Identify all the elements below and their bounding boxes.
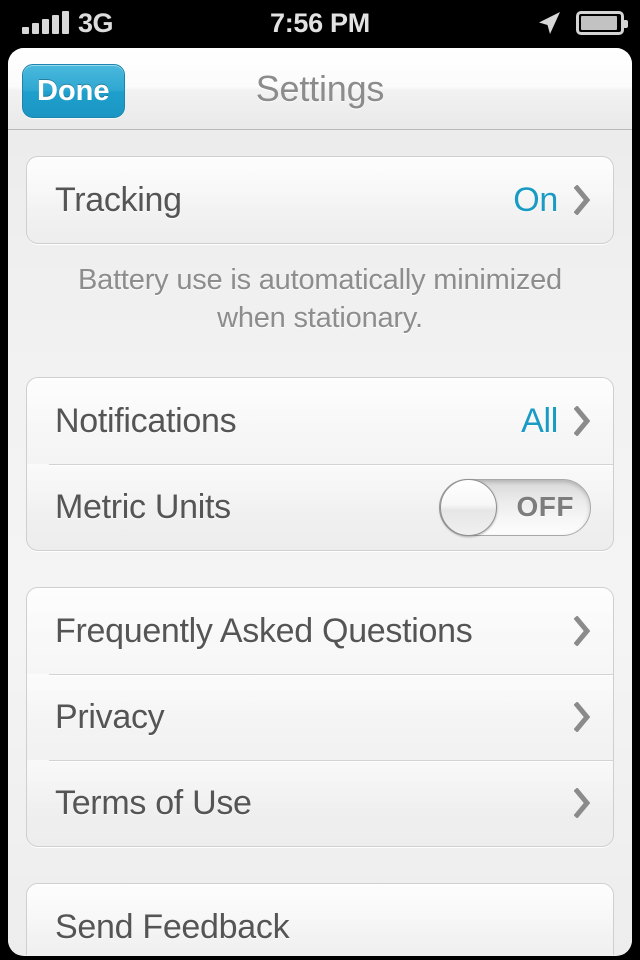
- row-metric-units[interactable]: Metric Units OFF: [27, 464, 613, 551]
- row-label: Notifications: [55, 401, 237, 440]
- row-send-feedback[interactable]: Send Feedback: [27, 884, 613, 955]
- tracking-footnote: Battery use is automatically minimized w…: [78, 264, 562, 334]
- toggle-knob[interactable]: [440, 478, 497, 536]
- settings-group-feedback: Send Feedback: [26, 883, 614, 955]
- row-label: Metric Units: [55, 487, 231, 526]
- settings-group-information: Frequently Asked Questions Privacy Terms…: [26, 587, 614, 848]
- status-bar-right: [536, 0, 628, 46]
- row-notifications[interactable]: Notifications All: [27, 378, 613, 465]
- settings-group-tracking: Tracking On: [26, 156, 614, 244]
- metric-units-toggle[interactable]: OFF: [439, 478, 591, 536]
- page-title: Settings: [255, 67, 385, 109]
- chevron-right-icon: [574, 406, 591, 437]
- chevron-right-icon: [574, 702, 591, 733]
- row-label: Terms of Use: [55, 783, 252, 822]
- settings-list: Tracking On Battery use is automatically…: [8, 130, 632, 955]
- row-terms-of-use[interactable]: Terms of Use: [27, 760, 613, 847]
- row-tracking[interactable]: Tracking On: [27, 157, 613, 243]
- device-screen: 3G 7:56 PM Done Settings Tracking On Bat…: [0, 0, 640, 960]
- chevron-right-icon: [574, 616, 591, 647]
- toggle-state-label: OFF: [516, 491, 574, 523]
- settings-group-preferences: Notifications All Metric Units OFF: [26, 377, 614, 552]
- row-value: On: [513, 180, 558, 219]
- row-label: Tracking: [55, 180, 182, 219]
- row-label: Frequently Asked Questions: [55, 611, 473, 650]
- row-label: Send Feedback: [55, 907, 290, 946]
- row-faq[interactable]: Frequently Asked Questions: [27, 588, 613, 675]
- navigation-bar: Done Settings: [8, 48, 632, 130]
- location-arrow-icon: [539, 12, 560, 34]
- battery-icon: [576, 11, 628, 35]
- app-window: Done Settings Tracking On Battery use is…: [8, 48, 632, 956]
- row-privacy[interactable]: Privacy: [27, 674, 613, 761]
- row-value: All: [521, 401, 558, 440]
- status-bar: 3G 7:56 PM: [0, 0, 640, 46]
- chevron-right-icon: [574, 185, 591, 215]
- chevron-right-icon: [574, 788, 591, 819]
- row-label: Privacy: [55, 697, 165, 736]
